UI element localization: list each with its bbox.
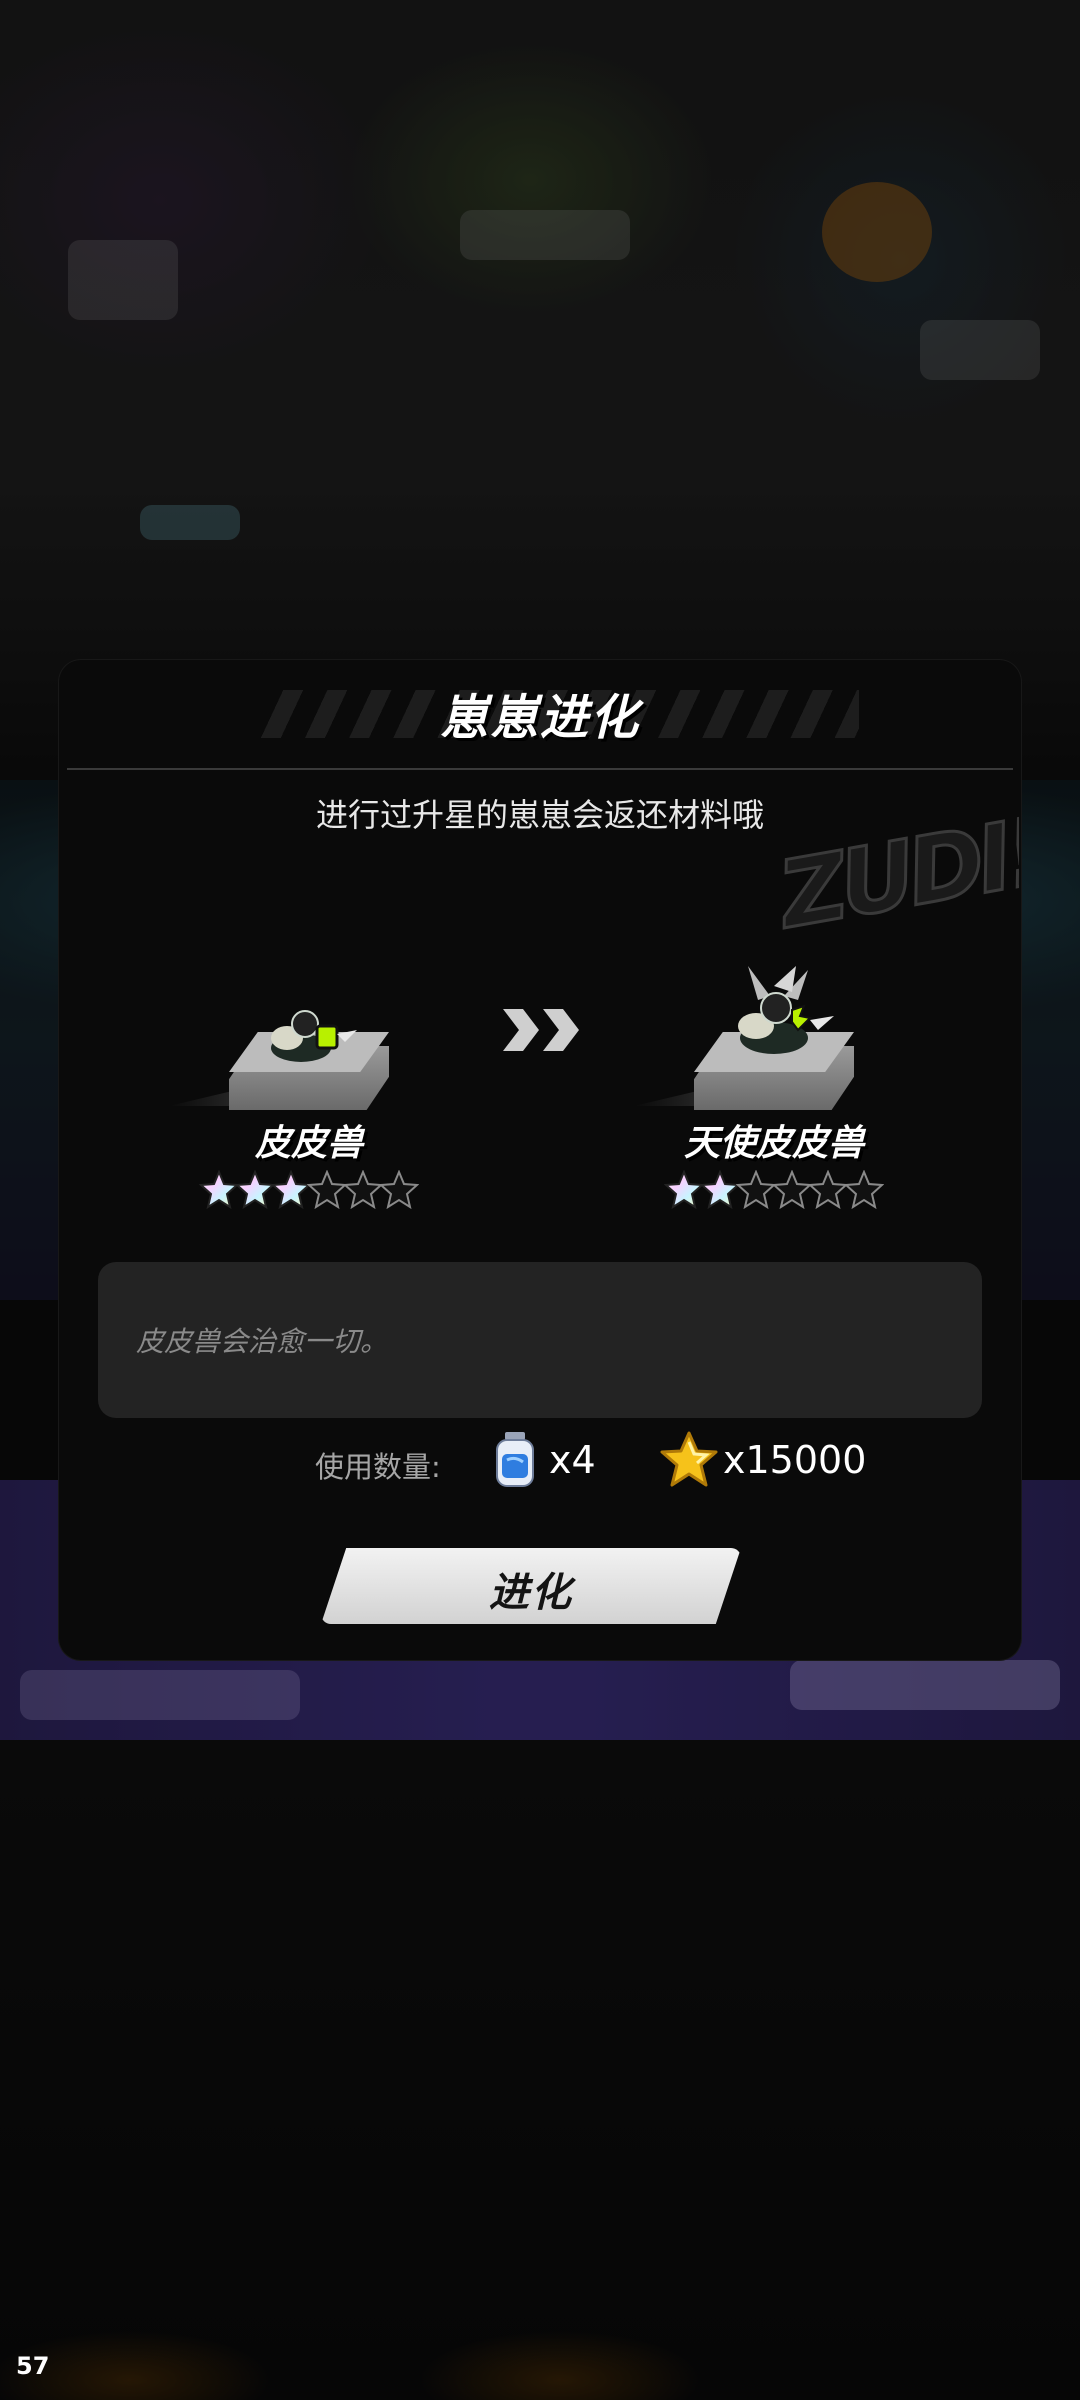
evolve-button-label: 进化 xyxy=(489,1570,573,1616)
angel-pipimon-creature-icon xyxy=(738,966,834,1054)
from-pet-stars xyxy=(149,1169,469,1210)
dialog-title: 崽崽进化 xyxy=(439,690,640,746)
evolve-button[interactable]: 进化 xyxy=(321,1548,741,1624)
pet-pedestal xyxy=(149,980,469,1110)
pet-pedestal xyxy=(614,960,934,1110)
dialog-header: 崽崽进化 xyxy=(59,660,1021,768)
star-filled-icon xyxy=(663,1169,705,1210)
from-pet-name: 皮皮兽 xyxy=(254,1123,363,1164)
pet-description-box: 皮皮兽会治愈一切。 xyxy=(98,1262,982,1418)
star-filled-icon xyxy=(234,1169,276,1210)
from-pet-card: 皮皮兽 xyxy=(149,980,469,1210)
header-divider xyxy=(67,768,1013,770)
pipimon-creature-icon xyxy=(271,1010,357,1062)
evolution-potion-icon xyxy=(496,1432,534,1487)
to-pet-name: 天使皮皮兽 xyxy=(683,1123,864,1164)
potion-count: x4 xyxy=(549,1438,596,1482)
evolution-dialog: 崽崽进化 进行过升星的崽崽会返还材料哦 ZUDI! 皮皮兽 天使皮皮兽 皮皮兽会… xyxy=(59,660,1021,1660)
cost-label: 使用数量: xyxy=(315,1450,441,1484)
fps-counter: 57 xyxy=(16,2352,50,2380)
star-empty-icon xyxy=(771,1169,813,1210)
star-filled-icon xyxy=(699,1169,741,1210)
star-empty-icon xyxy=(378,1169,420,1210)
pet-description: 皮皮兽会治愈一切。 xyxy=(136,1325,389,1358)
star-empty-icon xyxy=(843,1169,885,1210)
star-filled-icon xyxy=(198,1169,240,1210)
cost-row: 使用数量: x4 x15000 xyxy=(59,1430,1021,1490)
gold-star-coin-icon xyxy=(660,1431,718,1487)
star-empty-icon xyxy=(306,1169,348,1210)
star-empty-icon xyxy=(342,1169,384,1210)
to-pet-stars xyxy=(614,1169,934,1210)
coin-count: x15000 xyxy=(723,1438,867,1482)
double-chevron-right-icon xyxy=(503,1009,579,1051)
star-empty-icon xyxy=(735,1169,777,1210)
to-pet-card: 天使皮皮兽 xyxy=(614,960,934,1210)
star-empty-icon xyxy=(807,1169,849,1210)
star-filled-icon xyxy=(270,1169,312,1210)
